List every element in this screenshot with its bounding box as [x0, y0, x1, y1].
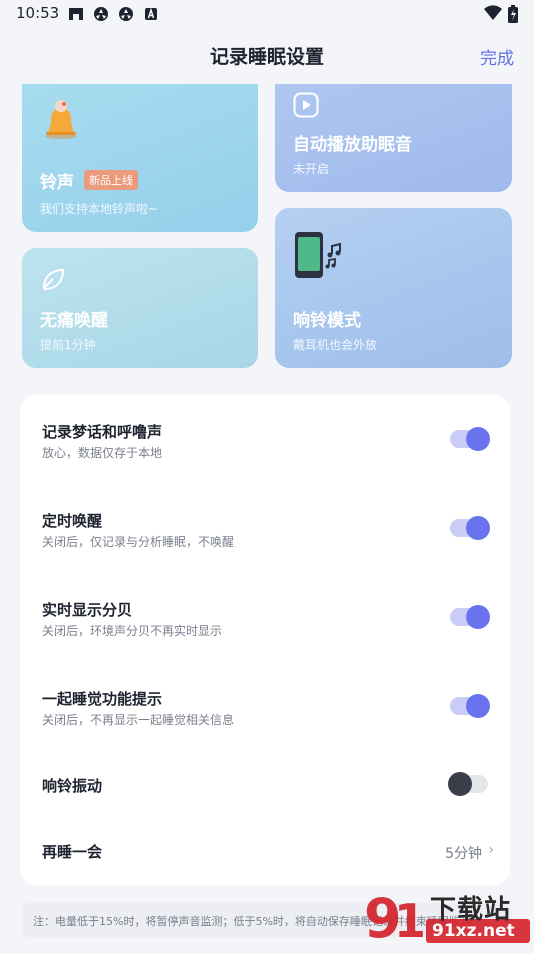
aperture-icon-2 [118, 6, 134, 22]
toggle-knob [466, 427, 490, 451]
setting-row-snooze[interactable]: 再睡一会 5分钟 › [20, 819, 510, 885]
done-button[interactable]: 完成 [480, 44, 514, 69]
ringtone-card[interactable]: 铃声 我们支持本地铃声啦~ [22, 84, 258, 232]
timed-wake-toggle[interactable] [450, 516, 490, 540]
setting-subtitle: 关闭后，仅记录与分析睡眠，不唤醒 [42, 535, 235, 549]
bell-icon [38, 96, 84, 146]
setting-row-sleep-together-tip: 一起睡觉功能提示 关闭后，不再显示一起睡觉相关信息 [20, 664, 510, 753]
painless-wake-title: 无痛唤醒 [40, 311, 108, 331]
status-time: 10:53 [16, 4, 60, 22]
chevron-right-icon: › [488, 842, 494, 858]
watermark-logo: 9 1 下载站 91xz.net [360, 885, 534, 950]
new-badge: 新品上线 [84, 170, 138, 190]
ring-mode-card[interactable]: 响铃模式 戴耳机也会外放 [275, 208, 512, 368]
ring-mode-subtitle: 戴耳机也会外放 [293, 338, 378, 352]
ringtone-subtitle: 我们支持本地铃声啦~ [40, 202, 159, 216]
ring-vibration-toggle[interactable] [448, 772, 488, 796]
header: 记录睡眠设置 完成 [0, 30, 534, 82]
setting-row-ring-vibration: 响铃振动 [20, 753, 510, 819]
leaf-icon [40, 266, 66, 296]
setting-title: 实时显示分贝 [42, 601, 133, 619]
settings-panel: 记录梦话和呼噜声 放心，数据仅存于本地 定时唤醒 关闭后，仅记录与分析睡眠，不唤… [20, 395, 510, 885]
setting-title: 定时唤醒 [42, 512, 103, 530]
painless-wake-card[interactable]: 无痛唤醒 提前1分钟 [22, 248, 258, 368]
setting-row-record-sleep-talk: 记录梦话和呼噜声 放心，数据仅存于本地 [20, 395, 510, 485]
realtime-decibel-toggle[interactable] [450, 605, 490, 629]
setting-subtitle: 关闭后，环境声分贝不再实时显示 [42, 624, 223, 638]
setting-title: 记录梦话和呼噜声 [42, 423, 163, 441]
setting-title: 再睡一会 [42, 843, 103, 861]
record-sleep-talk-toggle[interactable] [450, 427, 490, 451]
aperture-icon [93, 6, 109, 22]
auto-play-sleep-sound-card[interactable]: 自动播放助眠音 未开启 [275, 84, 512, 192]
toggle-knob [466, 694, 490, 718]
sleep-together-tip-toggle[interactable] [450, 694, 490, 718]
watermark-site: 91xz.net [432, 921, 515, 941]
battery-icon [508, 5, 518, 27]
ringtone-title: 铃声 [40, 173, 74, 193]
notification-app-icon [68, 6, 84, 22]
status-bar: 10:53 [0, 0, 534, 28]
setting-subtitle: 放心，数据仅存于本地 [42, 446, 163, 460]
play-icon [293, 92, 319, 122]
page-title: 记录睡眠设置 [209, 46, 324, 68]
keyboard-a-icon [143, 6, 159, 22]
setting-row-timed-wake: 定时唤醒 关闭后，仅记录与分析睡眠，不唤醒 [20, 485, 510, 575]
setting-subtitle: 关闭后，不再显示一起睡觉相关信息 [42, 713, 235, 727]
toggle-knob [466, 516, 490, 540]
painless-wake-subtitle: 提前1分钟 [40, 338, 96, 352]
setting-title: 响铃振动 [42, 777, 103, 795]
snooze-value: 5分钟 [445, 846, 482, 862]
setting-title: 一起睡觉功能提示 [42, 690, 163, 708]
auto-play-title: 自动播放助眠音 [293, 135, 412, 155]
wifi-icon [484, 5, 502, 25]
ring-mode-title: 响铃模式 [293, 311, 361, 331]
toggle-knob [466, 605, 490, 629]
auto-play-subtitle: 未开启 [293, 162, 330, 176]
setting-row-realtime-decibel: 实时显示分贝 关闭后，环境声分贝不再实时显示 [20, 575, 510, 664]
toggle-knob [448, 772, 472, 796]
phone-music-icon [293, 230, 349, 284]
svg-text:1: 1 [394, 894, 426, 948]
